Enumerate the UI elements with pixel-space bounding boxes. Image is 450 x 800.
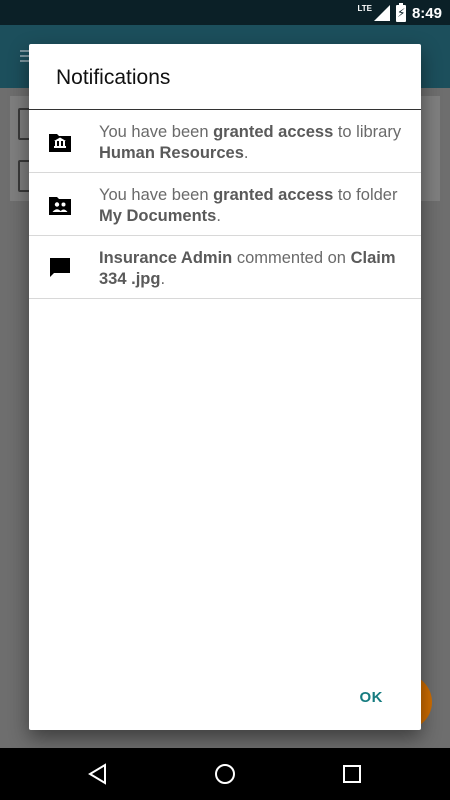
network-type: LTE [357, 3, 372, 13]
shared-folder-icon [49, 197, 71, 215]
battery-charging-icon: ⚡ [395, 2, 406, 22]
navigation-bar [0, 748, 450, 800]
home-icon[interactable] [213, 762, 237, 786]
text-middle: to folder [333, 186, 398, 204]
status-bar: LTE ⚡ 8:49 [0, 0, 450, 25]
notification-text: Insurance Admin commented on Claim 334 .… [99, 248, 415, 290]
text-suffix: . [216, 207, 221, 225]
notification-item[interactable]: You have been granted access to library … [29, 110, 421, 173]
library-folder-icon [49, 134, 71, 152]
text-suffix: . [243, 144, 249, 162]
notification-text: You have been granted access to folder M… [99, 185, 415, 227]
notification-list: You have been granted access to library … [29, 110, 421, 299]
ok-button[interactable]: OK [358, 685, 386, 710]
status-icons: LTE ⚡ 8:49 [357, 2, 442, 23]
text-bold-actor: Insurance Admin [99, 249, 233, 267]
clock: 8:49 [411, 4, 442, 22]
text-bold-action: granted access [213, 123, 334, 141]
text-bold-action: granted access [213, 186, 334, 204]
recents-icon[interactable] [340, 762, 364, 786]
dialog-title: Notifications [56, 66, 171, 89]
notification-item[interactable]: Insurance Admin commented on Claim 334 .… [29, 236, 421, 299]
signal-icon [373, 5, 390, 21]
text-prefix: You have been [99, 123, 214, 141]
notifications-dialog: Notifications You have been granted acce… [29, 44, 421, 730]
text-middle: commented on [232, 249, 351, 267]
notification-item[interactable]: You have been granted access to folder M… [29, 173, 421, 236]
text-suffix: . [160, 270, 166, 288]
text-bold-target: Human Resources [99, 144, 244, 162]
notification-text: You have been granted access to library … [99, 122, 415, 164]
text-middle: to library [333, 123, 402, 141]
text-prefix: You have been [99, 186, 214, 204]
comment-icon [50, 258, 70, 277]
back-icon[interactable] [86, 762, 110, 786]
text-bold-target: My Documents [99, 207, 217, 225]
